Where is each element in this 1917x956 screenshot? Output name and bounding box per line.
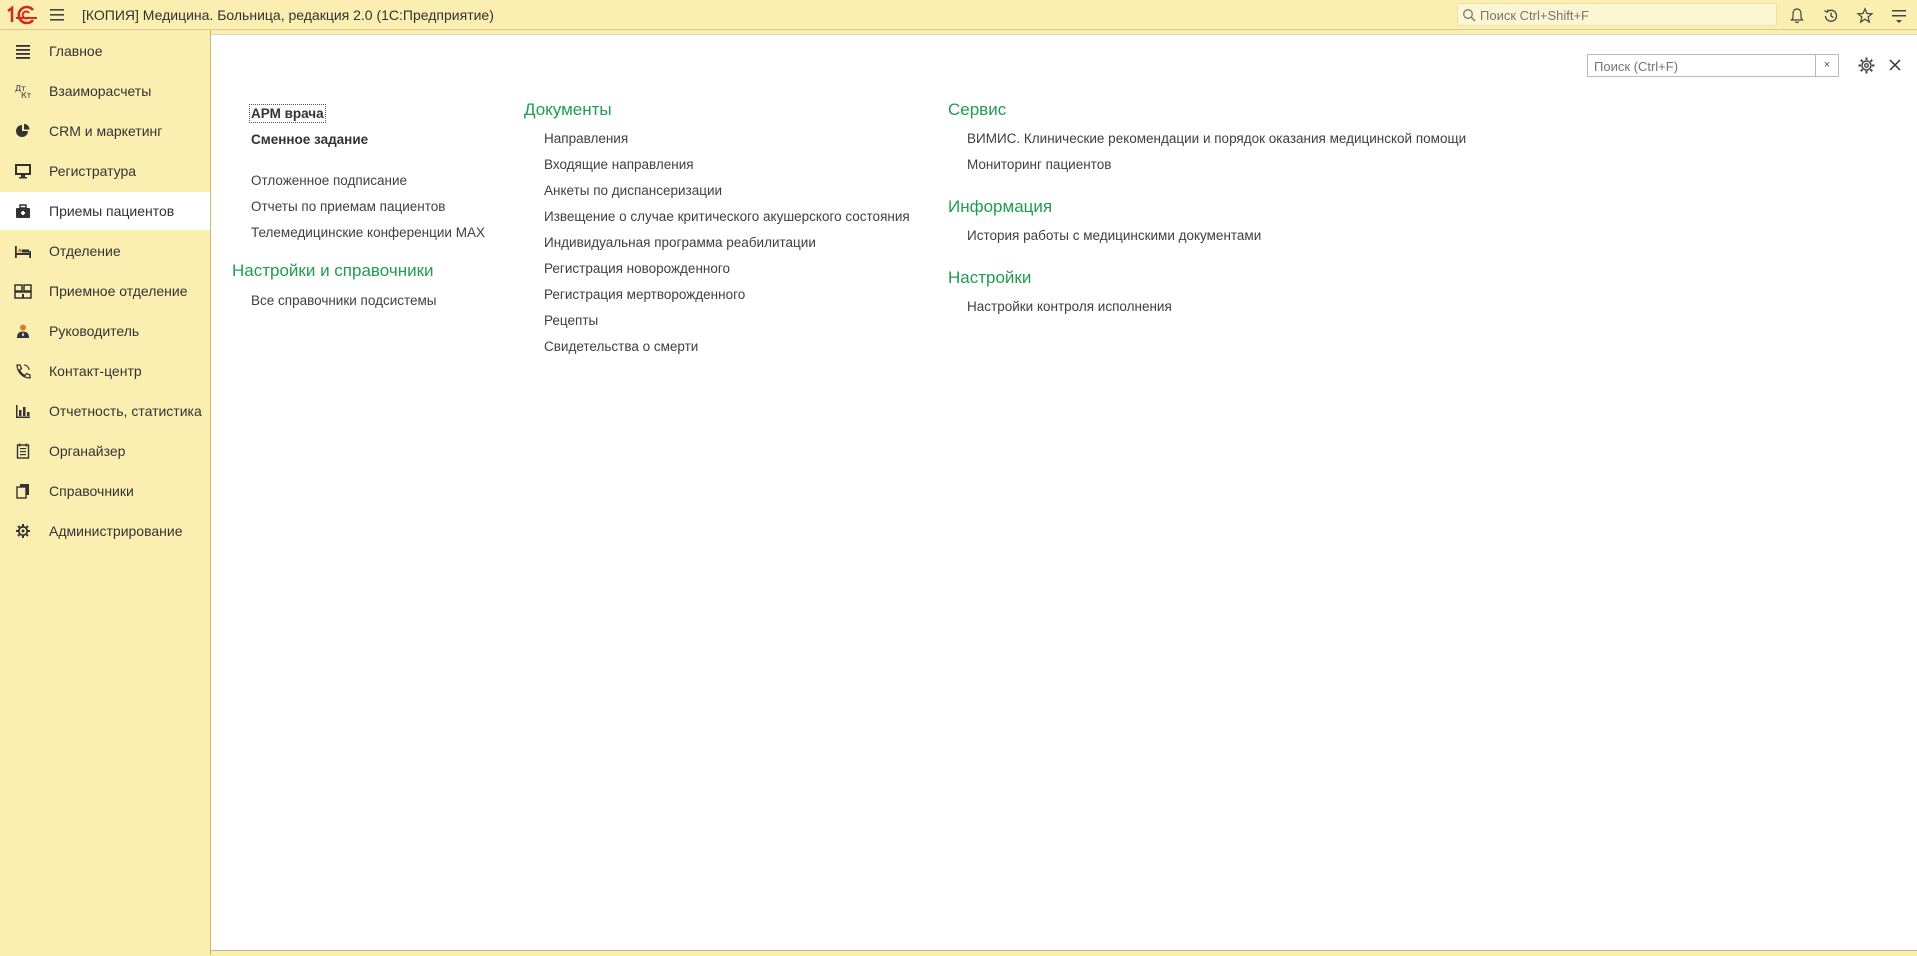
- sidebar-item-patient-appointments[interactable]: Приемы пациентов: [0, 192, 210, 230]
- svg-text:Кт: Кт: [21, 91, 32, 99]
- sidebar-item-label: Органайзер: [49, 443, 126, 459]
- magnifier-icon: [1462, 8, 1476, 22]
- burger-menu-icon[interactable]: [48, 7, 66, 23]
- search-field[interactable]: [1587, 54, 1816, 77]
- phone-icon: [14, 363, 32, 379]
- bell-icon[interactable]: [1788, 7, 1806, 25]
- cmd-appointment-reports[interactable]: Отчеты по приемам пациентов: [251, 199, 445, 214]
- section-title-settings: Настройки: [948, 268, 1032, 287]
- list-icon: [14, 43, 32, 59]
- section-title-service: Сервис: [948, 100, 1007, 119]
- manager-icon: [14, 323, 32, 339]
- sidebar-item-label: Приемы пациентов: [49, 203, 175, 219]
- sidebar-item-label: Регистратура: [49, 163, 137, 179]
- sidebar-item-main[interactable]: Главное: [0, 32, 210, 70]
- app-title: [КОПИЯ] Медицина. Больница, редакция 2.0…: [82, 7, 494, 23]
- sidebar-item-label: Руководитель: [49, 323, 140, 339]
- cmd-all-subsystem-catalogs[interactable]: Все справочники подсистемы: [251, 293, 437, 308]
- cmd-dispensary-questionnaires[interactable]: Анкеты по диспансеризации: [544, 183, 722, 198]
- section-title-information: Информация: [948, 197, 1053, 216]
- cmd-telemedicine-max[interactable]: Телемедицинские конференции MAX: [251, 225, 485, 240]
- sidebar-item-registry[interactable]: Регистратура: [0, 152, 210, 190]
- sidebar-item-label: Справочники: [49, 483, 134, 499]
- sidebar-item-catalogs[interactable]: Справочники: [0, 472, 210, 510]
- app-logo[interactable]: [6, 5, 38, 25]
- cmd-critical-obstetric-notice[interactable]: Извещение о случае критического акушерск…: [544, 209, 910, 224]
- cmd-document-history[interactable]: История работы с медицинскими документам…: [967, 228, 1261, 243]
- star-icon[interactable]: [1856, 7, 1874, 25]
- search-input[interactable]: [1592, 57, 1816, 76]
- sidebar-item-department[interactable]: Отделение: [0, 232, 210, 270]
- sidebar-item-label: Администрирование: [49, 523, 183, 539]
- cmd-shift-task[interactable]: Сменное задание: [251, 132, 368, 147]
- briefcase-icon: [14, 203, 32, 219]
- cmd-incoming-referrals[interactable]: Входящие направления: [544, 157, 694, 172]
- cmd-execution-control-settings[interactable]: Настройки контроля исполнения: [967, 299, 1172, 314]
- cmd-death-certificates[interactable]: Свидетельства о смерти: [544, 339, 698, 354]
- cmd-deferred-signing[interactable]: Отложенное подписание: [251, 173, 407, 188]
- global-search-input[interactable]: [1478, 6, 1772, 25]
- sidebar-item-crm[interactable]: CRM и маркетинг: [0, 112, 210, 150]
- building-icon: [14, 283, 32, 299]
- bar-chart-icon: [14, 403, 32, 419]
- sidebar-item-label: Приемное отделение: [49, 283, 188, 299]
- cmd-newborn-registration[interactable]: Регистрация новорожденного: [544, 261, 730, 276]
- sidebar-item-settlements[interactable]: Дт Кт Взаиморасчеты: [0, 72, 210, 110]
- sidebar-item-label: Отчетность, статистика: [49, 403, 202, 419]
- cmd-prescriptions[interactable]: Рецепты: [544, 313, 598, 328]
- notepad-icon: [14, 443, 32, 459]
- history-icon[interactable]: [1822, 7, 1840, 25]
- settings-gear-icon[interactable]: [1857, 56, 1876, 75]
- bed-icon: [14, 243, 32, 259]
- bottom-strip: [211, 950, 1917, 956]
- settings-menu-icon[interactable]: [1890, 7, 1908, 25]
- monitor-icon: [14, 163, 32, 179]
- global-search[interactable]: [1457, 3, 1777, 26]
- cmd-patient-monitoring[interactable]: Мониторинг пациентов: [967, 157, 1111, 172]
- sidebar-item-admission-department[interactable]: Приемное отделение: [0, 272, 210, 310]
- 1c-logo-icon: [7, 5, 37, 25]
- settlements-icon: Дт Кт: [14, 83, 32, 100]
- sidebar-item-label: Взаиморасчеты: [49, 83, 152, 99]
- sidebar-item-organizer[interactable]: Органайзер: [0, 432, 210, 470]
- cmd-stillborn-registration[interactable]: Регистрация мертворожденного: [544, 287, 745, 302]
- books-icon: [14, 483, 32, 499]
- sidebar-item-label: Контакт-центр: [49, 363, 142, 379]
- cmd-arm-doctor[interactable]: АРМ врача: [249, 104, 326, 123]
- sidebar-item-administration[interactable]: Администрирование: [0, 512, 210, 550]
- cmd-rehabilitation-program[interactable]: Индивидуальная программа реабилитации: [544, 235, 816, 250]
- section-title-settings-catalogs: Настройки и справочники: [232, 261, 434, 280]
- gear-icon: [14, 523, 32, 539]
- close-icon[interactable]: [1887, 57, 1903, 73]
- section-title-documents: Документы: [524, 100, 612, 119]
- cmd-vimis-clinical-guidelines[interactable]: ВИМИС. Клинические рекомендации и порядо…: [967, 131, 1466, 146]
- sections-panel: Главное Дт Кт Взаиморасчеты CRM и маркети…: [0, 30, 211, 955]
- cmd-referrals[interactable]: Направления: [544, 131, 628, 146]
- sidebar-item-manager[interactable]: Руководитель: [0, 312, 210, 350]
- sidebar-item-label: CRM и маркетинг: [49, 123, 163, 139]
- sidebar-item-reporting[interactable]: Отчетность, статистика: [0, 392, 210, 430]
- clear-search-button[interactable]: ×: [1816, 54, 1839, 77]
- sidebar-item-label: Главное: [49, 43, 103, 59]
- section-commands-panel: × АРМ врача Сменное задание Отложенное п…: [211, 34, 1917, 954]
- top-bar: [КОПИЯ] Медицина. Больница, редакция 2.0…: [0, 0, 1917, 30]
- sidebar-item-label: Отделение: [49, 243, 121, 259]
- pie-chart-icon: [14, 123, 32, 139]
- sidebar-item-contact-center[interactable]: Контакт-центр: [0, 352, 210, 390]
